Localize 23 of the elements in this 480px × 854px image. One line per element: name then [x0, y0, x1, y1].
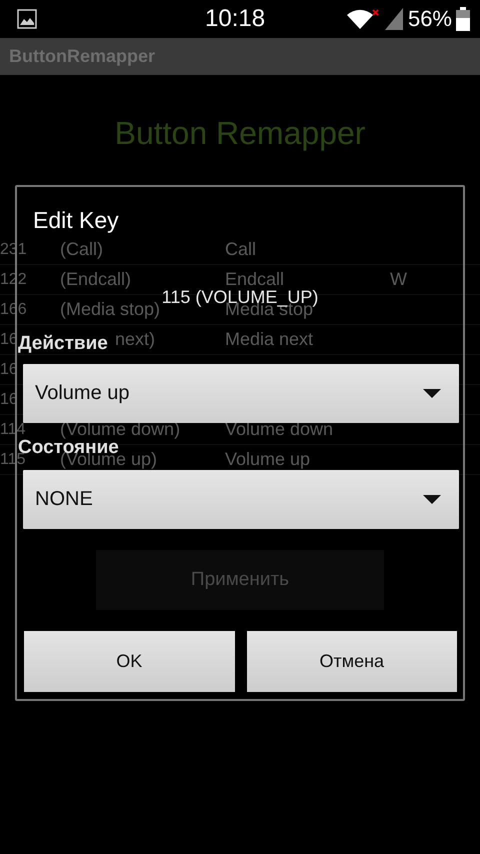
caret-icon	[423, 388, 441, 398]
battery-icon	[456, 7, 470, 31]
signal-icon	[384, 7, 404, 31]
clock-time: 10:18	[205, 5, 266, 33]
caret-icon	[423, 494, 441, 504]
wifi-icon	[346, 7, 380, 31]
dropdown[interactable]: NONE	[23, 470, 459, 529]
table-cell: (Media stop)	[60, 299, 160, 320]
ok-button[interactable]: OK	[24, 631, 234, 692]
table-cell: (Call)	[60, 239, 103, 260]
dropdown[interactable]: Volume up	[23, 364, 459, 423]
table-cell: Endcall	[225, 269, 284, 290]
page-title: Button Remapper	[114, 114, 366, 153]
table-cell: Volume up	[225, 449, 310, 470]
table-cell: (Endcall)	[60, 269, 132, 290]
battery-percent: 56%	[408, 6, 452, 32]
field-label: Действие	[18, 333, 108, 354]
cancel-button[interactable]: Отмена	[246, 631, 457, 692]
picture-icon	[17, 9, 37, 29]
table-cell: Media next	[225, 329, 314, 350]
table-cell: Call	[225, 239, 256, 260]
table-cell: W	[390, 269, 407, 290]
dialog-title: Edit Key	[33, 207, 119, 233]
